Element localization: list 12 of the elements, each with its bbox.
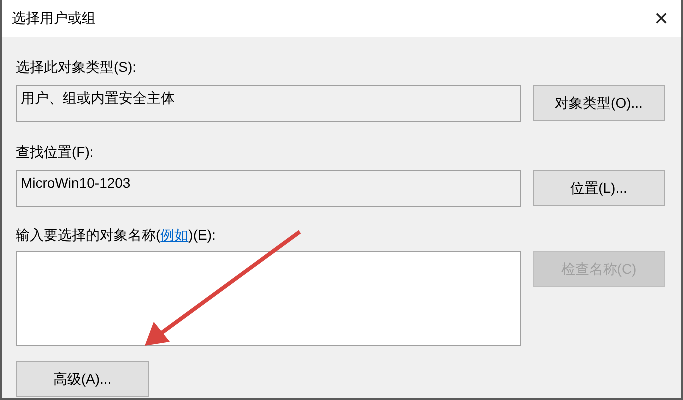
examples-link[interactable]: 例如 xyxy=(160,227,189,243)
field-label: 查找位置(F): xyxy=(16,143,95,162)
window-title: 选择用户或组 xyxy=(12,9,96,28)
locations-button[interactable]: 位置(L)... xyxy=(533,170,665,206)
field-label: 选择此对象类型(S): xyxy=(16,58,138,77)
close-button[interactable]: ✕ xyxy=(654,10,669,28)
object-types-button[interactable]: 对象类型(O)... xyxy=(533,85,665,121)
field-label: 输入要选择的对象名称(例如)(E): xyxy=(16,226,217,245)
names-input-field[interactable] xyxy=(16,251,521,346)
advanced-button[interactable]: 高级(A)... xyxy=(16,361,149,397)
read-only-field[interactable]: MicroWin10-1203 xyxy=(16,170,521,207)
read-only-field[interactable]: 用户、组或内置安全主体 xyxy=(16,85,521,122)
